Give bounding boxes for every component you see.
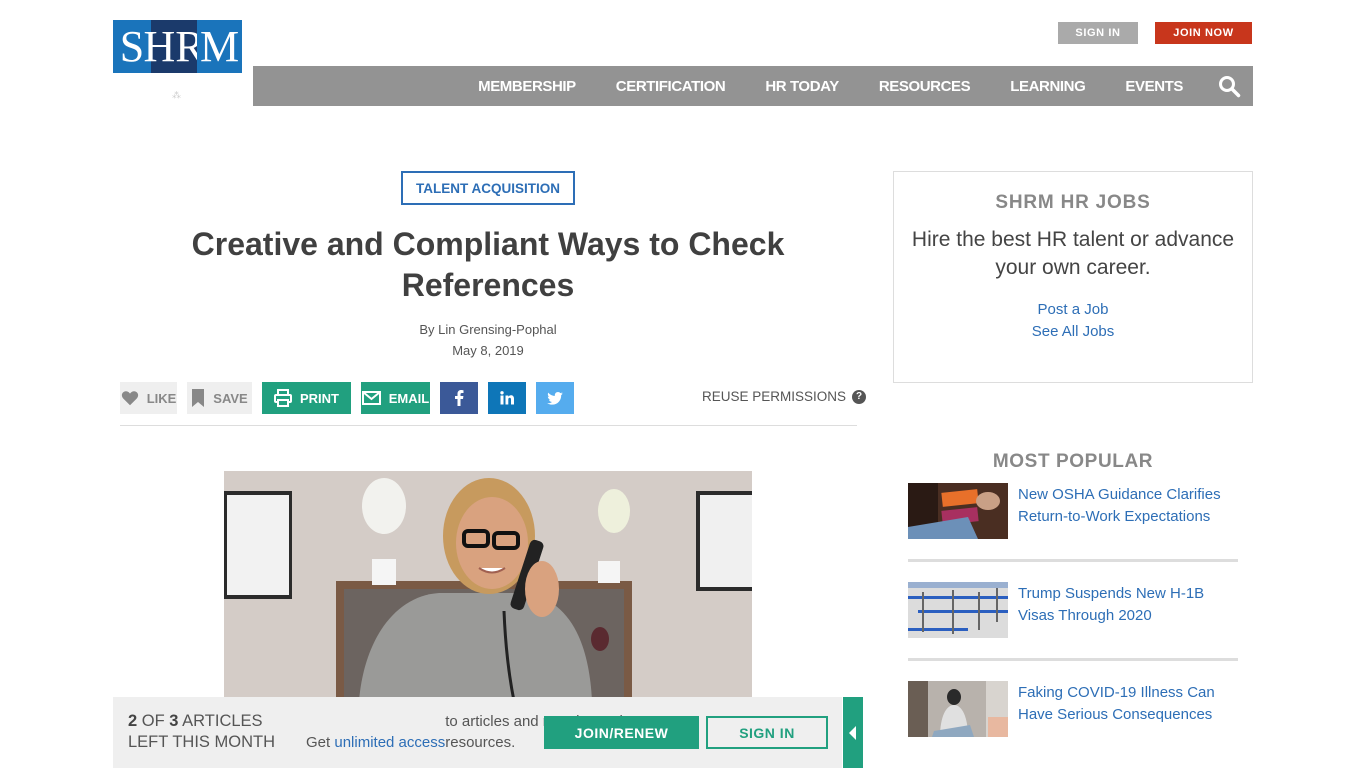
nav-hr-today[interactable]: HR TODAY xyxy=(765,78,839,95)
unlimited-access-link[interactable]: unlimited access xyxy=(334,734,445,751)
email-button[interactable]: EMAIL xyxy=(361,382,430,414)
popular-item-title[interactable]: Trump Suspends New H-1B Visas Through 20… xyxy=(1018,583,1238,638)
print-button[interactable]: PRINT xyxy=(262,382,351,414)
sign-in-button[interactable]: SIGN IN xyxy=(1058,22,1138,44)
articles-label: ARTICLES xyxy=(182,712,263,730)
nav-certification[interactable]: CERTIFICATION xyxy=(616,78,726,95)
divider xyxy=(120,425,857,426)
envelope-icon xyxy=(361,391,381,405)
article-title: Creative and Compliant Ways to Check Ref… xyxy=(191,226,785,303)
popular-item[interactable]: New OSHA Guidance Clarifies Return-to-Wo… xyxy=(908,483,1238,539)
nav-learning[interactable]: LEARNING xyxy=(1010,78,1086,95)
post-a-job-link[interactable]: Post a Job xyxy=(894,299,1252,321)
publish-date: May 8, 2019 xyxy=(452,343,524,358)
author: By Lin Grensing-Pophal xyxy=(419,322,557,337)
reuse-permissions-label: REUSE PERMISSIONS xyxy=(702,389,847,404)
meter-message-prefix: Get xyxy=(306,734,335,751)
email-label: EMAIL xyxy=(388,390,430,406)
popular-separator xyxy=(908,559,1238,562)
hr-jobs-widget: SHRM HR JOBS Hire the best HR talent or … xyxy=(893,171,1253,383)
logo-letter-m: M xyxy=(197,20,242,73)
main-nav: MEMBERSHIP CERTIFICATION HR TODAY RESOUR… xyxy=(253,66,1253,106)
see-all-jobs-link[interactable]: See All Jobs xyxy=(894,321,1252,343)
popular-thumbnail xyxy=(908,582,1008,638)
meter-collapse-toggle[interactable] xyxy=(843,697,863,768)
popular-item[interactable]: Faking COVID-19 Illness Can Have Serious… xyxy=(908,681,1238,737)
facebook-icon xyxy=(455,390,464,406)
popular-separator xyxy=(908,658,1238,661)
facebook-share-button[interactable] xyxy=(440,382,478,414)
left-this-month-label: LEFT THIS MONTH xyxy=(128,733,275,751)
nav-resources[interactable]: RESOURCES xyxy=(879,78,971,95)
twitter-icon xyxy=(547,391,563,405)
popular-item-title[interactable]: New OSHA Guidance Clarifies Return-to-Wo… xyxy=(1018,484,1238,539)
popular-item[interactable]: Trump Suspends New H-1B Visas Through 20… xyxy=(908,582,1238,638)
meter-sign-in-button[interactable]: SIGN IN xyxy=(706,716,828,749)
save-label: SAVE xyxy=(213,390,248,406)
like-label: LIKE xyxy=(146,390,177,406)
linkedin-share-button[interactable] xyxy=(488,382,526,414)
logo-letter-hr: HR xyxy=(143,20,205,73)
print-icon xyxy=(274,389,292,407)
heart-icon xyxy=(121,391,138,406)
popular-thumbnail xyxy=(908,483,1008,539)
shrm-logo[interactable]: S HR M xyxy=(113,20,242,73)
nav-events[interactable]: EVENTS xyxy=(1125,78,1183,95)
join-renew-button[interactable]: JOIN/RENEW xyxy=(544,716,699,749)
hero-photo xyxy=(224,471,752,701)
print-label: PRINT xyxy=(300,390,339,406)
save-button[interactable]: SAVE xyxy=(187,382,252,414)
twitter-share-button[interactable] xyxy=(536,382,574,414)
byline: By Lin Grensing-Pophal May 8, 2019 xyxy=(300,319,676,361)
popular-thumbnail xyxy=(908,681,1008,737)
article-actions: LIKE SAVE PRINT EMAIL xyxy=(120,382,584,414)
articles-remaining: 2 OF 3 ARTICLES LEFT THIS MONTH xyxy=(128,711,275,753)
most-popular-heading: MOST POPULAR xyxy=(992,451,1154,472)
linkedin-icon xyxy=(500,391,514,405)
of-label: OF xyxy=(141,712,165,730)
articles-used-count: 2 xyxy=(128,712,138,730)
articles-total-count: 3 xyxy=(169,712,179,730)
caret-left-icon xyxy=(849,725,856,740)
article-meter-bar: 2 OF 3 ARTICLES LEFT THIS MONTH Get unli… xyxy=(113,697,842,768)
like-button[interactable]: LIKE xyxy=(120,382,177,414)
nav-membership[interactable]: MEMBERSHIP xyxy=(478,78,576,95)
category-tag[interactable]: TALENT ACQUISITION xyxy=(401,171,575,205)
join-now-button[interactable]: JOIN NOW xyxy=(1155,22,1252,44)
hr-jobs-tagline: Hire the best HR talent or advance your … xyxy=(911,228,1235,279)
reuse-permissions-link[interactable]: REUSE PERMISSIONS ? xyxy=(702,389,867,404)
search-icon[interactable] xyxy=(1217,74,1241,98)
help-icon: ? xyxy=(852,389,867,404)
bookmark-icon xyxy=(192,389,205,407)
popular-item-title[interactable]: Faking COVID-19 Illness Can Have Serious… xyxy=(1018,682,1238,737)
hr-jobs-heading: SHRM HR JOBS xyxy=(995,192,1151,213)
article-hero-image xyxy=(224,471,752,701)
loading-indicator-icon: ⁂ xyxy=(172,90,181,100)
